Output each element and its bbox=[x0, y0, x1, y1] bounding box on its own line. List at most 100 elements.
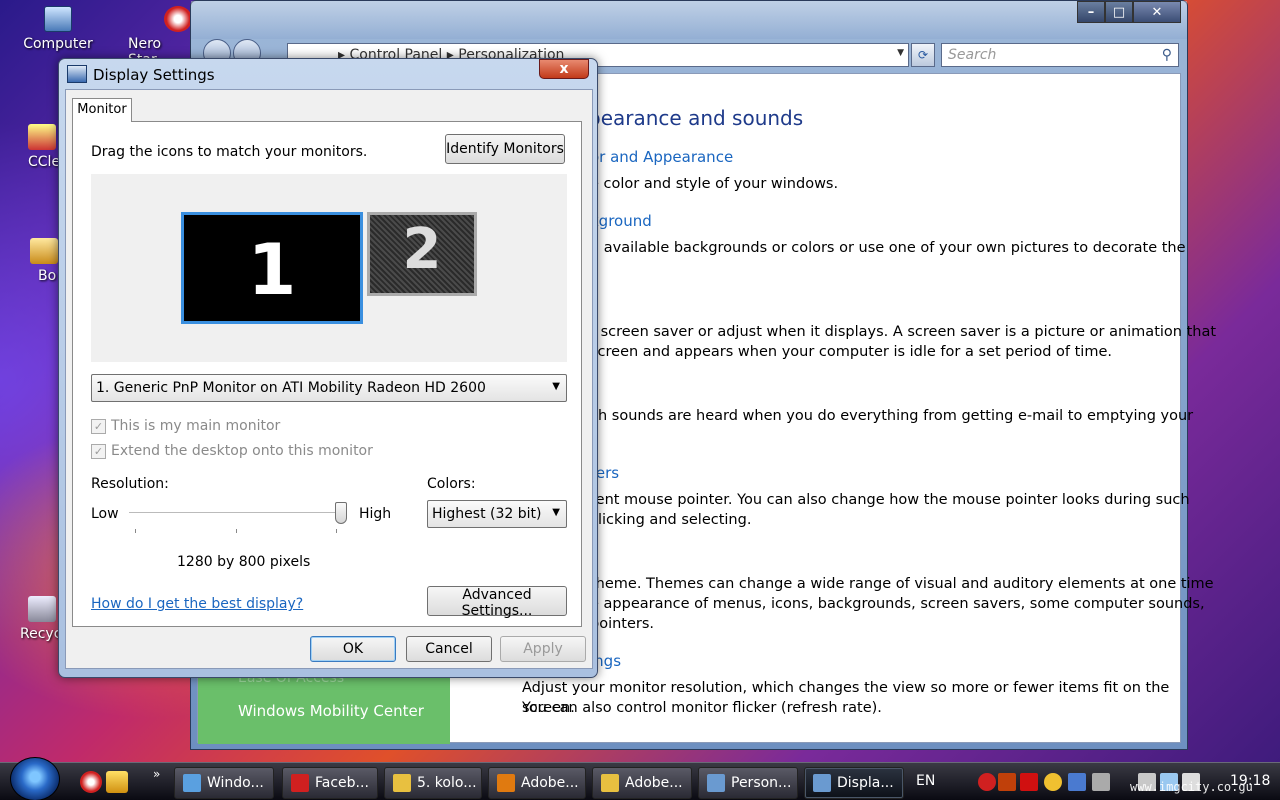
watermark: www.imgcity.co.gu bbox=[1130, 780, 1253, 794]
close-button[interactable]: ✕ bbox=[1133, 1, 1181, 23]
chevron-down-icon: ▼ bbox=[552, 381, 560, 392]
quick-launch-icon[interactable] bbox=[106, 771, 128, 793]
extend-desktop-checkbox[interactable]: ✓ bbox=[91, 444, 106, 459]
monitor-arrangement-area: 1 2 bbox=[91, 174, 567, 362]
dialog-title: Display Settings bbox=[93, 66, 215, 84]
taskbar-button-label: Displa... bbox=[837, 775, 894, 791]
identify-monitors-button[interactable]: Identify Monitors bbox=[445, 134, 565, 164]
desktop-icon-recycle-bin[interactable]: Recyc bbox=[8, 596, 62, 642]
extend-desktop-label: Extend the desktop onto this monitor bbox=[111, 443, 373, 459]
link-desktop-background[interactable]: kground bbox=[590, 212, 652, 230]
maximize-button[interactable]: □ bbox=[1105, 1, 1133, 23]
chat-tray-icon[interactable] bbox=[1044, 773, 1062, 791]
search-placeholder: Search bbox=[948, 47, 997, 63]
opera-tray-icon[interactable] bbox=[978, 773, 996, 791]
desktop-icon-label: Bo bbox=[38, 268, 57, 284]
taskbar-button[interactable]: 5. kolo... bbox=[384, 767, 482, 799]
app-icon bbox=[393, 774, 411, 792]
monitor-2-number: 2 bbox=[402, 217, 442, 282]
taskbar-button-label: 5. kolo... bbox=[417, 775, 477, 791]
resolution-label: Resolution: bbox=[91, 476, 169, 492]
colors-label: Colors: bbox=[427, 476, 476, 492]
nero-icon bbox=[164, 6, 192, 32]
page-title: pearance and sounds bbox=[588, 106, 804, 130]
dialog-body: Monitor Drag the icons to match your mon… bbox=[65, 89, 593, 669]
monitor-select-value: 1. Generic PnP Monitor on ATI Mobility R… bbox=[96, 380, 486, 396]
resolution-value: 1280 by 800 pixels bbox=[177, 554, 311, 570]
slider-tick bbox=[336, 529, 337, 533]
slider-tick bbox=[135, 529, 136, 533]
app-icon bbox=[291, 774, 309, 792]
taskbar-button-label: Adobe... bbox=[625, 775, 683, 791]
resolution-low-label: Low bbox=[91, 506, 119, 522]
monitor-2-icon[interactable]: 2 bbox=[367, 212, 477, 296]
refresh-button[interactable]: ⟳ bbox=[911, 43, 935, 67]
recycle-bin-icon bbox=[28, 596, 56, 622]
taskbar-button[interactable]: Displa... bbox=[804, 767, 904, 799]
quick-launch-chevron[interactable]: » bbox=[153, 767, 160, 781]
app-icon bbox=[183, 774, 201, 792]
apply-button[interactable]: Apply bbox=[500, 636, 586, 662]
chevron-down-icon[interactable]: ▼ bbox=[897, 48, 904, 58]
section-description: You can also control monitor flicker (re… bbox=[522, 700, 882, 716]
section-description: ch sounds are heard when you do everythi… bbox=[590, 408, 1194, 424]
search-icon[interactable]: ⚲ bbox=[1162, 47, 1172, 63]
ati-tray-icon[interactable] bbox=[1020, 773, 1038, 791]
colors-select[interactable]: Highest (32 bit) ▼ bbox=[427, 500, 567, 528]
taskbar-button[interactable]: Faceb... bbox=[282, 767, 378, 799]
desktop-icon-label: CCle bbox=[28, 154, 61, 170]
start-button[interactable] bbox=[10, 757, 60, 800]
app-icon bbox=[813, 774, 831, 792]
desktop-icon-label: Recyc bbox=[20, 626, 62, 642]
taskbar-button-label: Adobe... bbox=[521, 775, 579, 791]
desktop-icon-book[interactable]: Bo bbox=[22, 238, 58, 284]
desktop-icon-ccleaner[interactable]: CCle bbox=[10, 124, 61, 170]
taskbar-button[interactable]: Windo... bbox=[174, 767, 274, 799]
main-monitor-label: This is my main monitor bbox=[111, 418, 281, 434]
refresh-icon: ⟳ bbox=[917, 48, 929, 62]
monitor-select[interactable]: 1. Generic PnP Monitor on ATI Mobility R… bbox=[91, 374, 567, 402]
device-tray-icon[interactable] bbox=[1092, 773, 1110, 791]
taskbar-button[interactable]: Adobe... bbox=[488, 767, 586, 799]
section-description: e appearance of menus, icons, background… bbox=[590, 596, 1205, 612]
sidebar-item-mobility-center[interactable]: Windows Mobility Center bbox=[238, 702, 424, 720]
app-icon bbox=[497, 774, 515, 792]
monitor-tab-panel: Drag the icons to match your monitors. I… bbox=[72, 121, 582, 627]
main-monitor-checkbox[interactable]: ✓ bbox=[91, 419, 106, 434]
ccleaner-icon bbox=[28, 124, 56, 150]
taskbar-button[interactable]: Person... bbox=[698, 767, 798, 799]
monitor-1-icon[interactable]: 1 bbox=[181, 212, 363, 324]
window-titlebar bbox=[191, 1, 1187, 39]
section-description: r screen saver or adjust when it display… bbox=[590, 324, 1217, 340]
search-input[interactable]: Search ⚲ bbox=[941, 43, 1179, 67]
app-icon bbox=[601, 774, 619, 792]
help-link[interactable]: How do I get the best display? bbox=[91, 596, 303, 612]
display-settings-dialog: Display Settings x Monitor Drag the icon… bbox=[58, 58, 598, 678]
resolution-high-label: High bbox=[359, 506, 392, 522]
taskbar-button[interactable]: Adobe... bbox=[592, 767, 692, 799]
monitor-1-number: 1 bbox=[247, 229, 297, 311]
adobe-bridge-tray-icon[interactable] bbox=[998, 773, 1016, 791]
advanced-settings-button[interactable]: Advanced Settings... bbox=[427, 586, 567, 619]
desktop-icon-label: Computer bbox=[23, 36, 93, 52]
ok-button[interactable]: OK bbox=[310, 636, 396, 662]
language-indicator[interactable]: EN bbox=[916, 773, 935, 789]
section-description: n available backgrounds or colors or use… bbox=[590, 240, 1186, 256]
computer-icon bbox=[44, 6, 72, 32]
section-description: rent mouse pointer. You can also change … bbox=[590, 492, 1190, 508]
dialog-close-button[interactable]: x bbox=[539, 59, 589, 79]
resolution-slider-thumb[interactable] bbox=[335, 502, 347, 524]
taskbar-button-label: Faceb... bbox=[315, 775, 369, 791]
resolution-slider[interactable] bbox=[129, 512, 341, 514]
minimize-button[interactable]: – bbox=[1077, 1, 1105, 23]
link-color-appearance[interactable]: or and Appearance bbox=[590, 148, 733, 166]
desktop-icon-computer[interactable]: Computer bbox=[18, 6, 98, 52]
close-icon: x bbox=[559, 61, 569, 77]
cancel-button[interactable]: Cancel bbox=[406, 636, 492, 662]
tab-monitor[interactable]: Monitor bbox=[72, 98, 132, 122]
chevron-down-icon: ▼ bbox=[552, 507, 560, 518]
display-settings-icon bbox=[67, 65, 87, 83]
app-icon bbox=[707, 774, 725, 792]
network-tray-icon[interactable] bbox=[1068, 773, 1086, 791]
opera-icon[interactable] bbox=[80, 771, 102, 793]
